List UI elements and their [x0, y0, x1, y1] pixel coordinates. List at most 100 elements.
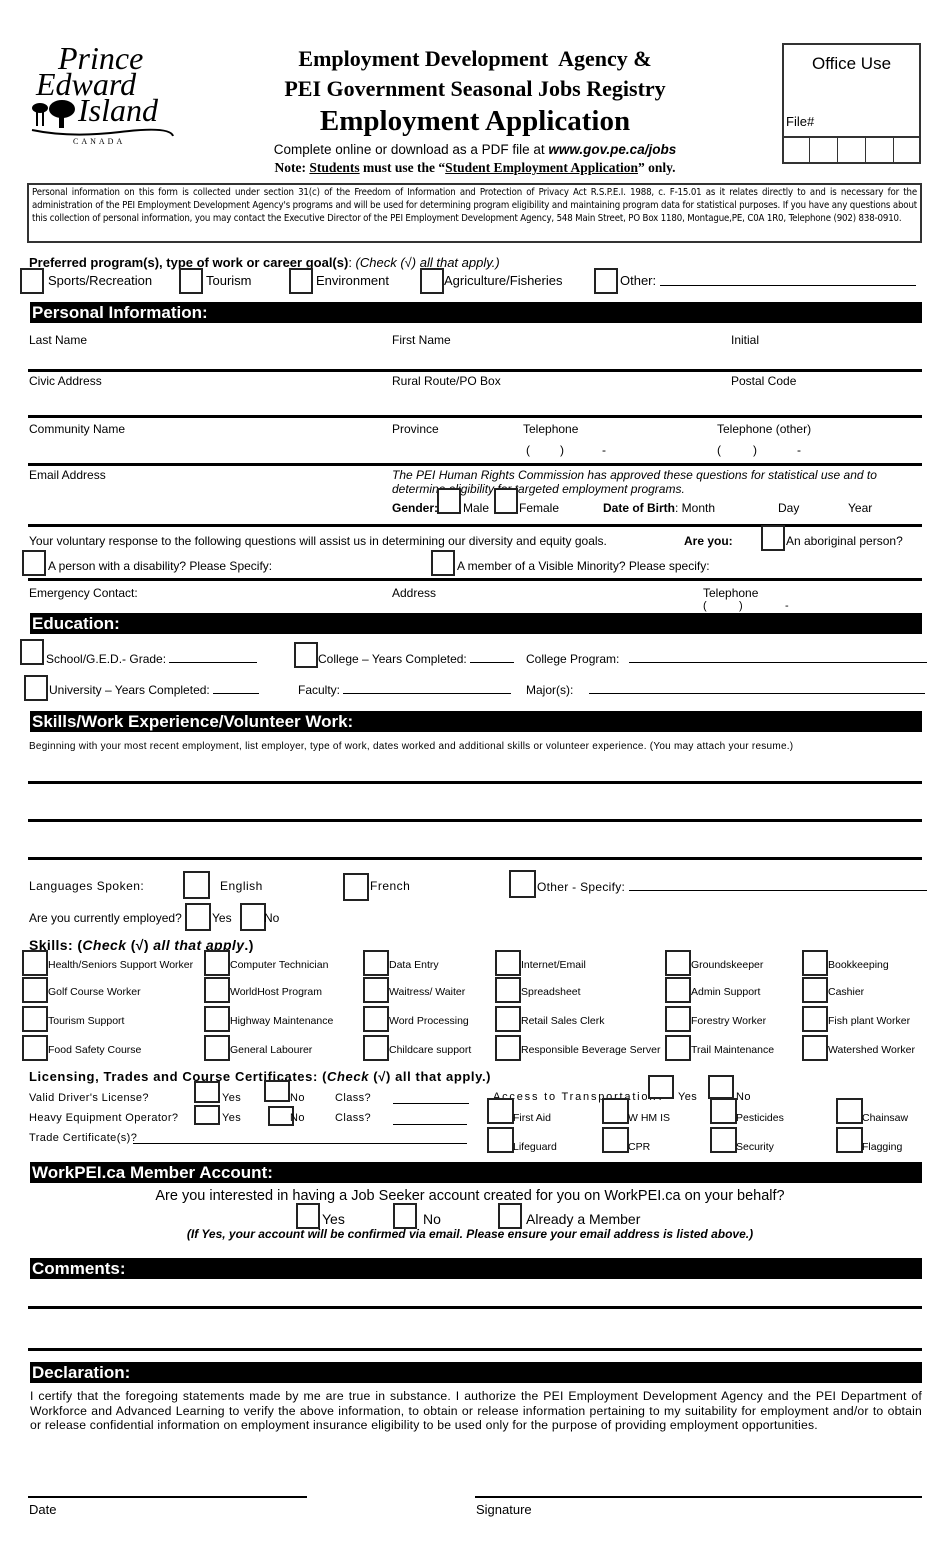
comments-input[interactable]: [28, 1281, 922, 1351]
employed-no: No: [264, 911, 280, 925]
download-link[interactable]: www.gov.pe.ca/jobs: [548, 142, 676, 157]
phone-other-area-close: ): [753, 443, 757, 457]
checkbox-skill[interactable]: [802, 977, 828, 1003]
college-years-input[interactable]: [470, 651, 515, 663]
checkbox-disability[interactable]: [22, 550, 46, 576]
privacy-notice: Personal information on this form is col…: [27, 183, 922, 243]
checkbox-skill[interactable]: [363, 950, 389, 976]
checkbox-college[interactable]: [294, 642, 318, 668]
checkbox-certificate[interactable]: [836, 1127, 863, 1153]
checkbox-other[interactable]: [594, 268, 618, 294]
file-number-cells[interactable]: [782, 136, 921, 164]
other-input[interactable]: [660, 285, 916, 286]
college-years-label: College – Years Completed:: [318, 651, 515, 666]
checkbox-skill[interactable]: [665, 1006, 691, 1032]
checkbox-skill[interactable]: [665, 977, 691, 1003]
signature-line[interactable]: [475, 1496, 922, 1498]
checkbox-skill[interactable]: [363, 977, 389, 1003]
checkbox-certificate[interactable]: [602, 1127, 629, 1153]
checkbox-skill[interactable]: [22, 1035, 48, 1061]
checkbox-employed-yes[interactable]: [185, 903, 211, 931]
majors-input[interactable]: [588, 682, 925, 694]
checkbox-certificate[interactable]: [710, 1127, 737, 1153]
checkbox-skill[interactable]: [204, 1035, 230, 1061]
university-years-input[interactable]: [213, 682, 260, 694]
language-french: French: [370, 879, 411, 893]
skill-label: Highway Maintenance: [230, 1015, 334, 1027]
faculty-text: Faculty:: [298, 683, 341, 697]
college-program-input[interactable]: [628, 651, 927, 663]
section-workpei: WorkPEI.ca Member Account:: [30, 1162, 922, 1183]
checkbox-skill[interactable]: [495, 977, 521, 1003]
language-other-input[interactable]: [628, 879, 927, 891]
date-line[interactable]: [28, 1496, 307, 1498]
email-input[interactable]: [28, 484, 378, 514]
phone-dash: -: [602, 443, 606, 457]
experience-input[interactable]: [28, 755, 922, 860]
checkbox-skill[interactable]: [22, 977, 48, 1003]
initial-label: Initial: [731, 333, 760, 347]
checkbox-heavy-yes[interactable]: [194, 1105, 220, 1125]
checkbox-workpei-yes[interactable]: [296, 1203, 320, 1229]
section-experience: Skills/Work Experience/Volunteer Work:: [30, 711, 922, 732]
checkbox-skill[interactable]: [495, 1035, 521, 1061]
minority-label: A member of a Visible Minority? Please s…: [457, 559, 710, 573]
checkbox-transport-no[interactable]: [708, 1075, 734, 1099]
checkbox-skill[interactable]: [802, 1035, 828, 1061]
checkbox-skill[interactable]: [204, 977, 230, 1003]
checkbox-other-language[interactable]: [509, 870, 536, 898]
checkbox-drivers-yes[interactable]: [194, 1081, 220, 1103]
checkbox-transport-yes[interactable]: [648, 1075, 674, 1099]
checkbox-english[interactable]: [183, 871, 210, 899]
skill-label: Food Safety Course: [48, 1044, 142, 1056]
checkbox-certificate[interactable]: [710, 1098, 737, 1124]
checkbox-skill[interactable]: [802, 950, 828, 976]
checkbox-skill[interactable]: [495, 1006, 521, 1032]
checkbox-university[interactable]: [24, 675, 48, 701]
checkbox-french[interactable]: [343, 873, 369, 901]
checkbox-minority[interactable]: [431, 550, 455, 576]
checkbox-skill[interactable]: [495, 950, 521, 976]
checkbox-skill[interactable]: [665, 1035, 691, 1061]
checkbox-female[interactable]: [494, 488, 518, 514]
checkbox-skill[interactable]: [665, 950, 691, 976]
checkbox-skill[interactable]: [363, 1035, 389, 1061]
checkbox-skill[interactable]: [22, 950, 48, 976]
pei-logo: Prince Edward Island CANADA: [28, 42, 178, 150]
name-input-row[interactable]: [28, 348, 922, 368]
checkbox-school[interactable]: [20, 639, 44, 665]
checkbox-skill[interactable]: [363, 1006, 389, 1032]
checkbox-skill[interactable]: [204, 950, 230, 976]
option-tourism: Tourism: [206, 273, 252, 288]
checkbox-certificate[interactable]: [487, 1098, 514, 1124]
checkbox-workpei-member[interactable]: [498, 1203, 522, 1229]
checkbox-workpei-no[interactable]: [393, 1203, 417, 1229]
checkbox-certificate[interactable]: [602, 1098, 629, 1124]
workpei-yes: Yes: [322, 1211, 345, 1227]
heavy-class-input[interactable]: [393, 1124, 467, 1125]
skill-label: Cashier: [828, 986, 865, 998]
checkbox-agriculture[interactable]: [420, 268, 444, 294]
checkbox-tourism[interactable]: [179, 268, 203, 294]
checkbox-aboriginal[interactable]: [761, 525, 785, 551]
skill-label: Watershed Worker: [828, 1044, 915, 1056]
checkbox-skill[interactable]: [802, 1006, 828, 1032]
checkbox-sports[interactable]: [20, 268, 44, 294]
faculty-input[interactable]: [343, 682, 512, 694]
address-input-row[interactable]: [28, 390, 922, 414]
office-use-title: Office Use: [811, 54, 892, 73]
certificate-label: CPR: [628, 1141, 651, 1153]
trade-certificate-input[interactable]: [133, 1143, 467, 1144]
checkbox-environment[interactable]: [289, 268, 313, 294]
checkbox-certificate[interactable]: [836, 1098, 863, 1124]
checkbox-employed-no[interactable]: [240, 903, 266, 931]
checkbox-drivers-no[interactable]: [264, 1080, 290, 1102]
checkbox-male[interactable]: [437, 488, 461, 514]
checkbox-certificate[interactable]: [487, 1127, 514, 1153]
checkbox-skill[interactable]: [22, 1006, 48, 1032]
student-note: Note: Students must use the “Student Emp…: [230, 160, 720, 176]
section-personal: Personal Information:: [30, 302, 922, 323]
checkbox-skill[interactable]: [204, 1006, 230, 1032]
school-grade-input[interactable]: [169, 651, 258, 663]
drivers-class-input[interactable]: [393, 1103, 469, 1104]
